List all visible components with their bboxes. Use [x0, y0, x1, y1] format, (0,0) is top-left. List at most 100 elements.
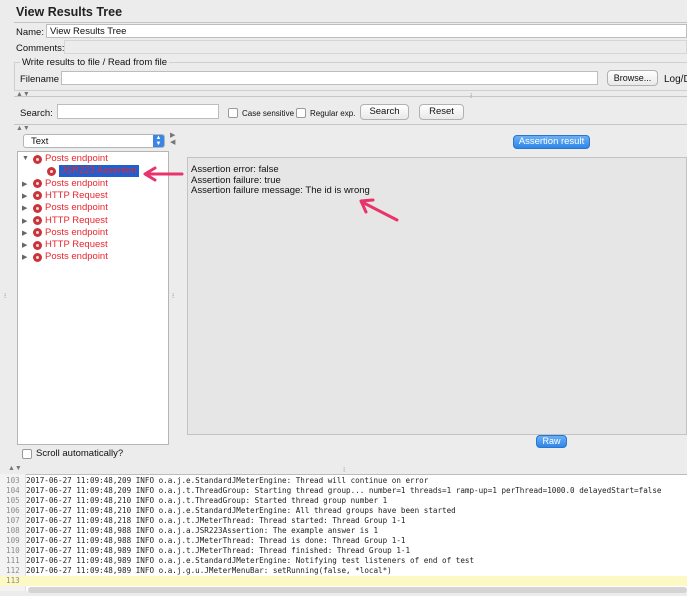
expand-right-icon[interactable]: ▶: [22, 253, 27, 261]
search-label: Search:: [20, 108, 53, 119]
vertical-splitter-icon[interactable]: ⁝: [172, 292, 174, 300]
scroll-auto-label: Scroll automatically?: [36, 448, 124, 459]
failed-sample-icon: [33, 216, 42, 225]
renderer-select[interactable]: Text ▲ ▼: [23, 134, 165, 148]
line-number: 113: [6, 576, 20, 585]
expand-right-icon[interactable]: ▶: [22, 192, 27, 200]
log-line: 107 2017-06-27 11:09:48,218 INFO o.a.j.t.…: [0, 516, 687, 526]
collapse-arrows-icon[interactable]: ▲▼: [16, 91, 30, 98]
log-text: 2017-06-27 11:09:48,210 INFO o.a.j.e.Sta…: [26, 506, 456, 515]
collapse-arrows-icon[interactable]: ▲▼: [16, 125, 30, 132]
assertion-result-panel: [187, 157, 687, 435]
log-line: 110 2017-06-27 11:09:48,989 INFO o.a.j.t.…: [0, 546, 687, 556]
log-line: 103 2017-06-27 11:09:48,209 INFO o.a.j.e.…: [0, 476, 687, 486]
log-text: 2017-06-27 11:09:48,209 INFO o.a.j.t.Thr…: [26, 486, 662, 495]
comments-label: Comments:: [16, 43, 65, 54]
annotation-arrow-icon: [359, 198, 399, 222]
name-label: Name:: [16, 27, 44, 38]
log-text: 2017-06-27 11:09:48,210 INFO o.a.j.t.Thr…: [26, 496, 388, 505]
select-stepper-icon: ▲ ▼: [153, 135, 164, 147]
expand-down-icon[interactable]: ▼: [22, 155, 29, 162]
result-line: Assertion failure message: The id is wro…: [191, 185, 370, 196]
expand-right-icon[interactable]: ▶: [22, 241, 27, 249]
log-text: 2017-06-27 11:09:48,209 INFO o.a.j.e.Sta…: [26, 476, 429, 485]
expand-right-icon[interactable]: ▶: [22, 229, 27, 237]
title-divider: [14, 22, 687, 23]
renderer-select-value: Text: [31, 136, 49, 147]
tree-item[interactable]: Posts endpoint: [45, 153, 108, 165]
log-label: Log/D: [664, 74, 687, 85]
log-line: 104 2017-06-27 11:09:48,209 INFO o.a.j.t.…: [0, 486, 687, 496]
log-line: 106 2017-06-27 11:09:48,210 INFO o.a.j.e.…: [0, 506, 687, 516]
line-number: 112: [6, 566, 20, 575]
tree-item[interactable]: Posts endpoint: [45, 178, 108, 190]
tree-item[interactable]: Posts endpoint: [45, 202, 108, 214]
comments-field[interactable]: [64, 40, 687, 54]
log-text: 2017-06-27 11:09:48,988 INFO o.a.j.t.JMe…: [26, 536, 406, 545]
tab-assertion-result[interactable]: Assertion result: [513, 135, 590, 149]
results-tree[interactable]: ▼ Posts endpoint JSR223 Assertion ▶ Posts en…: [17, 151, 169, 445]
regular-exp-checkbox[interactable]: [296, 108, 306, 118]
splitter-grip-icon[interactable]: ⁝: [343, 466, 345, 474]
file-group-title: Write results to file / Read from file: [20, 57, 170, 68]
raw-button[interactable]: Raw: [536, 435, 567, 448]
filename-label: Filename: [20, 74, 60, 85]
log-text: 2017-06-27 11:09:48,218 INFO o.a.j.t.JMe…: [26, 516, 406, 525]
split-arrows-icon[interactable]: ▶ ◀: [170, 132, 175, 146]
splitter-top[interactable]: [14, 96, 687, 97]
expand-right-icon[interactable]: ▶: [22, 204, 27, 212]
line-number: 107: [6, 516, 20, 525]
scroll-auto-checkbox[interactable]: [22, 449, 32, 459]
splitter-grip-icon[interactable]: ⁝: [470, 92, 472, 100]
panel-title: View Results Tree: [16, 5, 123, 19]
log-text: 2017-06-27 11:09:48,989 INFO o.a.j.e.Sta…: [26, 556, 475, 565]
log-line: 109 2017-06-27 11:09:48,988 INFO o.a.j.t.…: [0, 536, 687, 546]
failed-sample-icon: [33, 191, 42, 201]
failed-sample-icon: [33, 179, 42, 189]
line-number: 108: [6, 526, 20, 535]
tree-item-assertion[interactable]: JSR223 Assertion: [59, 165, 139, 178]
failed-sample-icon: [33, 203, 42, 213]
annotation-arrow-icon: [143, 166, 184, 182]
log-text: 2017-06-27 11:09:48,989 INFO o.a.j.g.u.J…: [26, 566, 392, 575]
line-number: 103: [6, 476, 20, 485]
log-line: 108 2017-06-27 11:09:48,988 INFO o.a.j.a.…: [0, 526, 687, 536]
line-number: 105: [6, 496, 20, 505]
line-number: 110: [6, 546, 20, 555]
tree-item[interactable]: HTTP Request: [45, 215, 108, 227]
case-sensitive-label: Case sensitive: [242, 109, 295, 118]
line-number: 106: [6, 506, 20, 515]
name-field[interactable]: View Results Tree: [46, 24, 687, 38]
log-line: 105 2017-06-27 11:09:48,210 INFO o.a.j.t.…: [0, 496, 687, 506]
expand-right-icon[interactable]: ▶: [22, 217, 27, 225]
line-number: 109: [6, 536, 20, 545]
log-line: 113: [0, 576, 687, 586]
failed-sample-icon: [33, 228, 42, 238]
tree-item[interactable]: HTTP Request: [45, 190, 108, 202]
browse-button[interactable]: Browse...: [607, 70, 658, 86]
tree-item[interactable]: Posts endpoint: [45, 251, 108, 263]
failed-sample-icon: [33, 252, 42, 262]
tree-item[interactable]: HTTP Request: [45, 239, 108, 251]
expand-right-icon[interactable]: ▶: [22, 180, 27, 188]
filename-field[interactable]: [61, 71, 598, 85]
horizontal-scrollbar[interactable]: [28, 587, 687, 593]
log-line: 111 2017-06-27 11:09:48,989 INFO o.a.j.e.…: [0, 556, 687, 566]
failed-sample-icon: [33, 240, 42, 250]
line-number: 111: [6, 556, 20, 565]
collapse-arrows-icon[interactable]: ▲▼: [8, 465, 22, 472]
log-text: 2017-06-27 11:09:48,988 INFO o.a.j.a.JSR…: [26, 526, 379, 535]
result-line: Assertion error: false: [191, 164, 279, 175]
reset-button[interactable]: Reset: [419, 104, 464, 120]
splitter-search[interactable]: [14, 124, 687, 125]
log-text: 2017-06-27 11:09:48,989 INFO o.a.j.t.JMe…: [26, 546, 411, 555]
log-line: 112 2017-06-27 11:09:48,989 INFO o.a.j.g.…: [0, 566, 687, 576]
case-sensitive-checkbox[interactable]: [228, 108, 238, 118]
search-input[interactable]: [57, 104, 219, 119]
failed-sample-icon: [47, 166, 56, 176]
failed-sample-icon: [33, 154, 42, 164]
tree-item[interactable]: Posts endpoint: [45, 227, 108, 239]
left-splitter-icon[interactable]: ⁝: [4, 292, 6, 300]
search-button[interactable]: Search: [360, 104, 409, 120]
line-number: 104: [6, 486, 20, 495]
